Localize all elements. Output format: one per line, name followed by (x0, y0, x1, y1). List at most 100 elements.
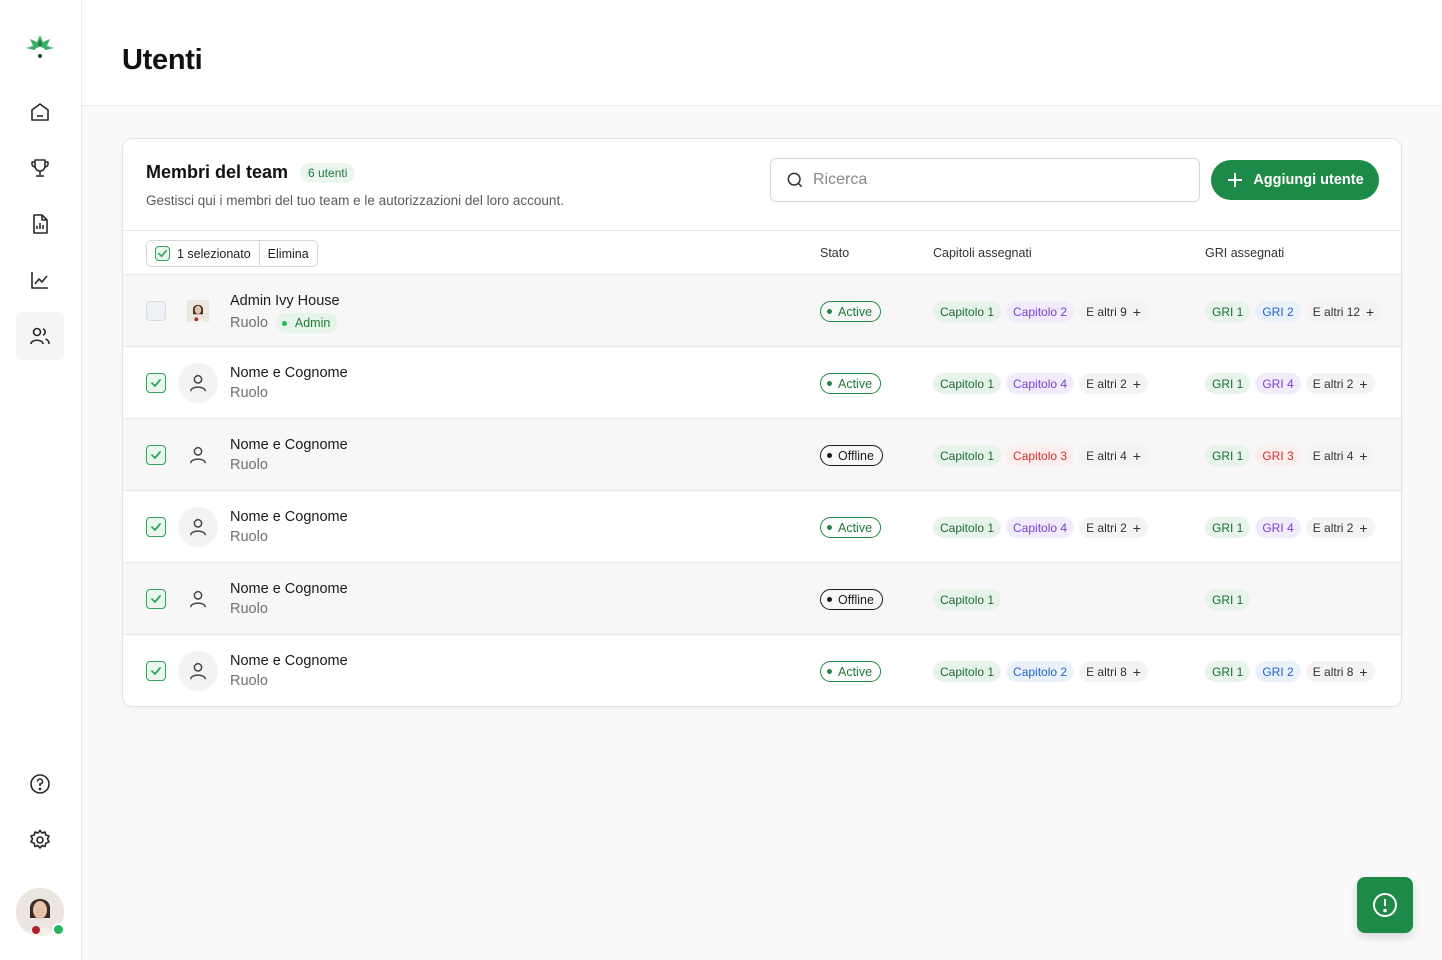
chip-label: Capitolo 4 (1013, 520, 1068, 535)
selected-count[interactable]: 1 selezionato (147, 241, 259, 266)
search-input[interactable] (813, 171, 1193, 189)
chapters-chips: Capitolo 1 Capitolo 4 E altri 2 + (933, 517, 1148, 538)
row-checkbox[interactable] (146, 517, 166, 537)
more-chip[interactable]: E altri 2 + (1305, 517, 1375, 538)
feedback-button[interactable] (1357, 877, 1413, 933)
sidebar-item-home[interactable] (16, 88, 64, 136)
chip-label: Capitolo 3 (1013, 448, 1068, 463)
sidebar-item-trophy[interactable] (16, 144, 64, 192)
user-name[interactable]: Nome e Cognome (230, 509, 348, 525)
more-chip[interactable]: E altri 9 + (1079, 301, 1148, 322)
select-all-checkbox[interactable] (155, 246, 170, 261)
chip-label: GRI 2 (1262, 664, 1294, 679)
user-role: Ruolo (230, 385, 268, 401)
user-name[interactable]: Nome e Cognome (230, 365, 348, 381)
table-row[interactable]: Nome e Cognome Ruolo Active Capitolo 1 Capit… (123, 347, 1401, 419)
sidebar-item-analytics[interactable] (16, 256, 64, 304)
more-chip[interactable]: E altri 8 + (1079, 661, 1148, 682)
row-checkbox[interactable] (146, 661, 166, 681)
more-chip[interactable]: E altri 4 + (1305, 445, 1375, 466)
user-icon (189, 374, 207, 392)
search-icon (787, 172, 803, 188)
user-name[interactable]: Nome e Cognome (230, 581, 348, 597)
plus-icon: + (1366, 303, 1375, 320)
sidebar-item-users[interactable] (16, 312, 64, 360)
chip-label: E altri 4 (1312, 448, 1354, 463)
avatar (178, 507, 218, 547)
more-chip[interactable]: E altri 2 + (1079, 373, 1148, 394)
chip-label: GRI 4 (1262, 520, 1294, 535)
table-row[interactable]: Nome e Cognome Ruolo Active Capitolo 1 Capit… (123, 491, 1401, 563)
check-icon (151, 667, 161, 675)
gri-chips: GRI 1 GRI 2 E altri 12 + (1205, 301, 1382, 322)
plus-icon (1228, 173, 1243, 187)
user-count-badge: 6 utenti (300, 163, 356, 183)
tag-chip: GRI 2 (1255, 661, 1301, 682)
more-chip[interactable]: E altri 4 + (1079, 445, 1148, 466)
sidebar-item-help[interactable] (16, 760, 64, 808)
avatar (178, 651, 218, 691)
leaf-logo-icon[interactable] (24, 33, 56, 61)
table-row[interactable]: Admin Ivy House Ruolo Admin Active Capitolo … (123, 275, 1401, 347)
user-icon (189, 446, 207, 464)
role-badge: Admin (275, 313, 339, 333)
card-title: Membri del team (146, 162, 289, 182)
sidebar-item-settings[interactable] (16, 816, 64, 864)
avatar (178, 435, 218, 475)
chip-label: E altri 2 (1312, 520, 1354, 535)
user-role: Ruolo (230, 673, 268, 689)
column-gri[interactable]: GRI assegnati (1205, 246, 1284, 260)
status-label: Active (838, 664, 873, 679)
tag-chip: GRI 1 (1205, 589, 1251, 610)
chip-label: GRI 1 (1212, 592, 1244, 607)
search-box[interactable] (770, 158, 1200, 202)
chip-label: Capitolo 2 (1013, 304, 1068, 319)
plus-icon: + (1359, 375, 1368, 392)
column-stato[interactable]: Stato (820, 246, 849, 260)
more-chip[interactable]: E altri 8 + (1305, 661, 1375, 682)
user-role: Ruolo Admin (230, 313, 339, 333)
user-icon (189, 518, 207, 536)
table-row[interactable]: Nome e Cognome Ruolo Offline Capitolo 1 Capi… (123, 419, 1401, 491)
plus-icon: + (1132, 663, 1141, 680)
tag-chip: Capitolo 4 (1006, 373, 1075, 394)
tag-chip: GRI 1 (1205, 445, 1251, 466)
table-row[interactable]: Nome e Cognome Ruolo Active Capitolo 1 Capit… (123, 635, 1401, 706)
row-checkbox[interactable] (146, 589, 166, 609)
more-chip[interactable]: E altri 12 + (1305, 301, 1382, 322)
column-capitoli[interactable]: Capitoli assegnati (933, 246, 1032, 260)
user-name[interactable]: Nome e Cognome (230, 653, 348, 669)
status-badge: Active (820, 373, 882, 394)
row-checkbox[interactable] (146, 301, 166, 321)
check-icon (151, 523, 161, 531)
role-label: Ruolo (230, 385, 268, 401)
delete-button[interactable]: Elimina (258, 241, 317, 266)
chip-label: GRI 1 (1212, 376, 1244, 391)
sidebar-item-report[interactable] (16, 200, 64, 248)
row-checkbox[interactable] (146, 373, 166, 393)
plus-icon: + (1132, 375, 1141, 392)
more-chip[interactable]: E altri 2 + (1079, 517, 1148, 538)
add-user-button[interactable]: Aggiungi utente (1211, 160, 1379, 200)
gear-icon (30, 829, 50, 849)
user-name[interactable]: Nome e Cognome (230, 437, 348, 453)
user-table-body: Admin Ivy House Ruolo Admin Active Capitolo … (123, 275, 1401, 706)
chart-icon (31, 272, 48, 289)
row-checkbox[interactable] (146, 445, 166, 465)
more-chip[interactable]: E altri 2 + (1305, 373, 1375, 394)
tag-chip: Capitolo 2 (1006, 661, 1075, 682)
tag-chip: GRI 1 (1205, 661, 1251, 682)
user-name[interactable]: Admin Ivy House (230, 293, 340, 309)
chip-label: Capitolo 1 (940, 304, 995, 319)
chip-label: E altri 8 (1086, 664, 1127, 679)
trophy-icon (31, 159, 49, 177)
chip-label: Capitolo 1 (940, 376, 995, 391)
plus-icon: + (1359, 447, 1368, 464)
table-row[interactable]: Nome e Cognome Ruolo Offline Capitolo 1 GRI … (123, 563, 1401, 635)
check-icon (151, 451, 161, 459)
chip-label: Capitolo 1 (940, 592, 995, 607)
gri-chips: GRI 1 GRI 3 E altri 4 + (1205, 445, 1375, 466)
chip-label: E altri 9 (1086, 304, 1127, 319)
tag-chip: GRI 1 (1205, 301, 1251, 322)
chip-label: GRI 1 (1212, 304, 1244, 319)
